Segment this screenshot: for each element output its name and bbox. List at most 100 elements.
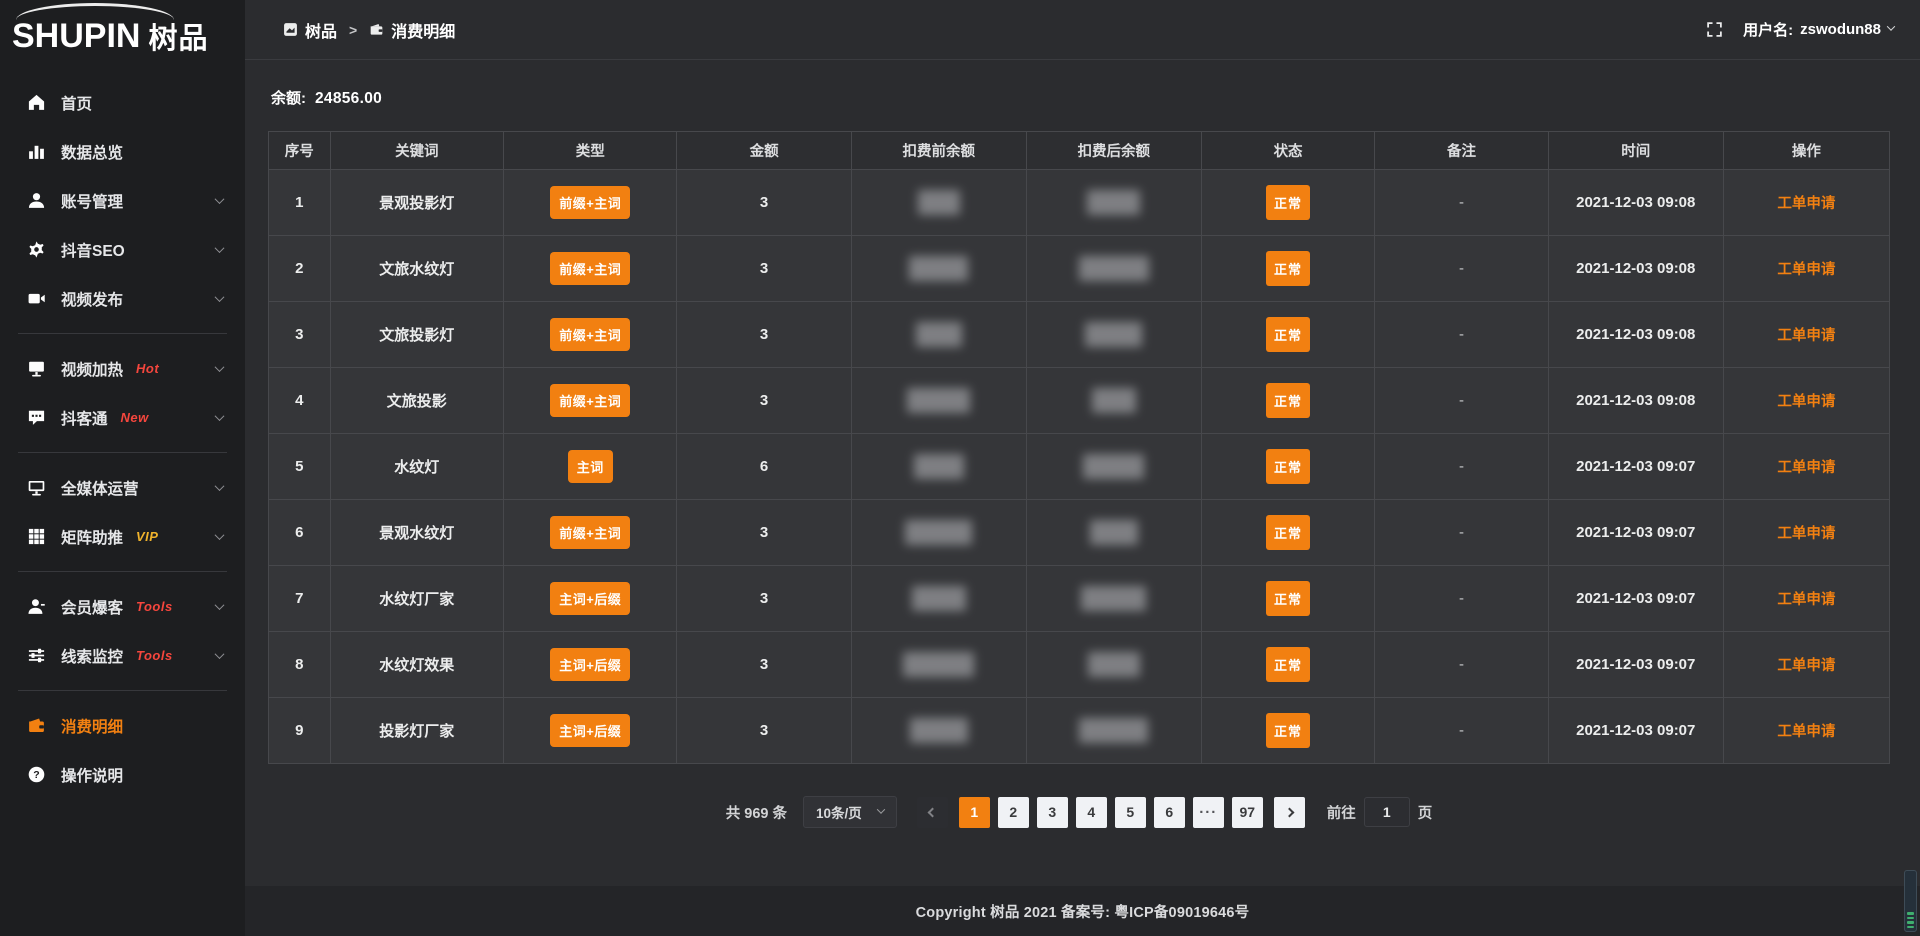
app-window: SHUPIN 树品 首页数据总览账号管理抖音SEO视频发布视频加热Hot抖客通N… bbox=[0, 0, 1920, 936]
sidebar-item-gear[interactable]: 抖音SEO bbox=[0, 225, 245, 274]
home-icon bbox=[27, 93, 46, 112]
ticket-apply-link[interactable]: 工单申请 bbox=[1777, 262, 1835, 278]
sidebar-item-label: 线索监控 bbox=[61, 645, 123, 667]
sidebar-item-monitor[interactable]: 全媒体运营 bbox=[0, 463, 245, 512]
sidebar-item-question[interactable]: ?操作说明 bbox=[0, 750, 245, 799]
type-badge: 前缀+主词 bbox=[550, 252, 630, 285]
redacted-balance-after-cell bbox=[1026, 632, 1201, 698]
next-page-button[interactable] bbox=[1274, 797, 1305, 828]
ticket-apply-link[interactable]: 工单申请 bbox=[1777, 658, 1835, 674]
sidebar-item-bar-chart[interactable]: 数据总览 bbox=[0, 127, 245, 176]
remark-cell: - bbox=[1375, 170, 1548, 236]
sidebar-divider bbox=[18, 452, 227, 453]
remark-cell: - bbox=[1375, 434, 1548, 500]
consumption-table: 序号关键词类型金额扣费前余额扣费后余额状态备注时间操作 1景观投影灯前缀+主词3… bbox=[268, 131, 1890, 764]
sliders-icon bbox=[27, 646, 46, 665]
bar-chart-icon bbox=[27, 142, 46, 161]
time-cell: 2021-12-03 09:07 bbox=[1548, 434, 1723, 500]
sidebar-item-user[interactable]: 账号管理 bbox=[0, 176, 245, 225]
redacted-balance-after-cell bbox=[1026, 170, 1201, 236]
status-badge: 正常 bbox=[1266, 515, 1310, 550]
amount-cell: 3 bbox=[677, 698, 851, 764]
table-row: 6景观水纹灯前缀+主词3正常-2021-12-03 09:07工单申请 bbox=[269, 500, 1890, 566]
ticket-apply-link[interactable]: 工单申请 bbox=[1777, 460, 1835, 476]
ticket-apply-link[interactable]: 工单申请 bbox=[1777, 196, 1835, 212]
chevron-down-icon bbox=[215, 530, 225, 540]
more-pages-button[interactable]: ··· bbox=[1193, 797, 1224, 828]
wallet-icon bbox=[27, 716, 46, 735]
row-index-cell: 1 bbox=[269, 170, 331, 236]
breadcrumb-item-app[interactable]: 树品 bbox=[283, 18, 337, 42]
balance-value: 24856.00 bbox=[315, 90, 382, 108]
page-button-4[interactable]: 4 bbox=[1076, 797, 1107, 828]
sidebar-item-home[interactable]: 首页 bbox=[0, 78, 245, 127]
brand-logo[interactable]: SHUPIN 树品 bbox=[0, 0, 245, 64]
table-row: 8水纹灯效果主词+后缀3正常-2021-12-03 09:07工单申请 bbox=[269, 632, 1890, 698]
sidebar-item-sliders[interactable]: 线索监控Tools bbox=[0, 631, 245, 680]
redacted-balance-after bbox=[1085, 322, 1142, 347]
prev-page-button[interactable] bbox=[917, 797, 948, 828]
content-area: 余额: 24856.00 序号关键词类型金额扣费前余额扣费后余额状态备注时间操作… bbox=[245, 60, 1920, 828]
sidebar-item-video[interactable]: 视频发布 bbox=[0, 274, 245, 323]
remark-cell: - bbox=[1375, 236, 1548, 302]
ticket-apply-link[interactable]: 工单申请 bbox=[1777, 394, 1835, 410]
column-header: 扣费后余额 bbox=[1026, 132, 1201, 170]
user-menu[interactable]: 用户名: zswodun88 bbox=[1743, 19, 1894, 40]
status-badge: 正常 bbox=[1266, 251, 1310, 286]
time-cell: 2021-12-03 09:07 bbox=[1548, 632, 1723, 698]
action-cell: 工单申请 bbox=[1723, 170, 1889, 236]
type-cell: 主词 bbox=[504, 434, 677, 500]
redacted-balance-before-cell bbox=[851, 566, 1026, 632]
sidebar-item-chat[interactable]: 抖客通New bbox=[0, 393, 245, 442]
table-row: 9投影灯厂家主词+后缀3正常-2021-12-03 09:07工单申请 bbox=[269, 698, 1890, 764]
app-icon bbox=[283, 22, 298, 37]
ticket-apply-link[interactable]: 工单申请 bbox=[1777, 592, 1835, 608]
gear-icon bbox=[27, 240, 46, 259]
redacted-balance-after bbox=[1079, 256, 1149, 281]
mini-widget[interactable] bbox=[1904, 870, 1917, 932]
chat-icon bbox=[27, 408, 46, 427]
breadcrumb-item-current[interactable]: 消费明细 bbox=[369, 18, 455, 42]
page-button-1[interactable]: 1 bbox=[959, 797, 990, 828]
type-cell: 前缀+主词 bbox=[504, 170, 677, 236]
time-cell: 2021-12-03 09:07 bbox=[1548, 566, 1723, 632]
type-badge: 前缀+主词 bbox=[550, 318, 630, 351]
type-badge: 主词+后缀 bbox=[550, 582, 630, 615]
monitor-icon bbox=[27, 478, 46, 497]
page-button-6[interactable]: 6 bbox=[1154, 797, 1185, 828]
breadcrumb-label: 消费明细 bbox=[391, 18, 455, 42]
page-button-3[interactable]: 3 bbox=[1037, 797, 1068, 828]
table-header-row: 序号关键词类型金额扣费前余额扣费后余额状态备注时间操作 bbox=[269, 132, 1890, 170]
ticket-apply-link[interactable]: 工单申请 bbox=[1777, 724, 1835, 740]
chevron-down-icon bbox=[877, 805, 885, 813]
page-button-5[interactable]: 5 bbox=[1115, 797, 1146, 828]
sidebar-item-label: 账号管理 bbox=[61, 190, 123, 212]
redacted-balance-after bbox=[1083, 454, 1144, 479]
page-size-select[interactable]: 10条/页 bbox=[803, 796, 897, 828]
sidebar-item-member[interactable]: 会员爆客Tools bbox=[0, 582, 245, 631]
goto-page-input[interactable]: 1 bbox=[1364, 797, 1410, 827]
user-icon bbox=[27, 191, 46, 210]
page-button-97[interactable]: 97 bbox=[1232, 797, 1263, 828]
sidebar-item-grid[interactable]: 矩阵助推VIP bbox=[0, 512, 245, 561]
fullscreen-icon[interactable] bbox=[1706, 21, 1723, 38]
ticket-apply-link[interactable]: 工单申请 bbox=[1777, 526, 1835, 542]
ticket-apply-link[interactable]: 工单申请 bbox=[1777, 328, 1835, 344]
sidebar-item-label: 操作说明 bbox=[61, 764, 123, 786]
amount-cell: 6 bbox=[677, 434, 851, 500]
logo-latin-text: SHUPIN bbox=[12, 19, 140, 54]
chevron-down-icon bbox=[215, 411, 225, 421]
status-badge: 正常 bbox=[1266, 713, 1310, 748]
status-badge: 正常 bbox=[1266, 647, 1310, 682]
keyword-cell: 景观水纹灯 bbox=[330, 500, 503, 566]
sidebar-divider bbox=[18, 690, 227, 691]
page-button-2[interactable]: 2 bbox=[998, 797, 1029, 828]
status-cell: 正常 bbox=[1201, 500, 1374, 566]
column-header: 金额 bbox=[677, 132, 851, 170]
remark-cell: - bbox=[1375, 302, 1548, 368]
sidebar-item-wallet[interactable]: 消费明细 bbox=[0, 701, 245, 750]
page-size-value: 10条/页 bbox=[816, 802, 862, 822]
sidebar-item-screen[interactable]: 视频加热Hot bbox=[0, 344, 245, 393]
sidebar-item-label: 抖客通 bbox=[61, 407, 108, 429]
chevron-down-icon bbox=[215, 292, 225, 302]
